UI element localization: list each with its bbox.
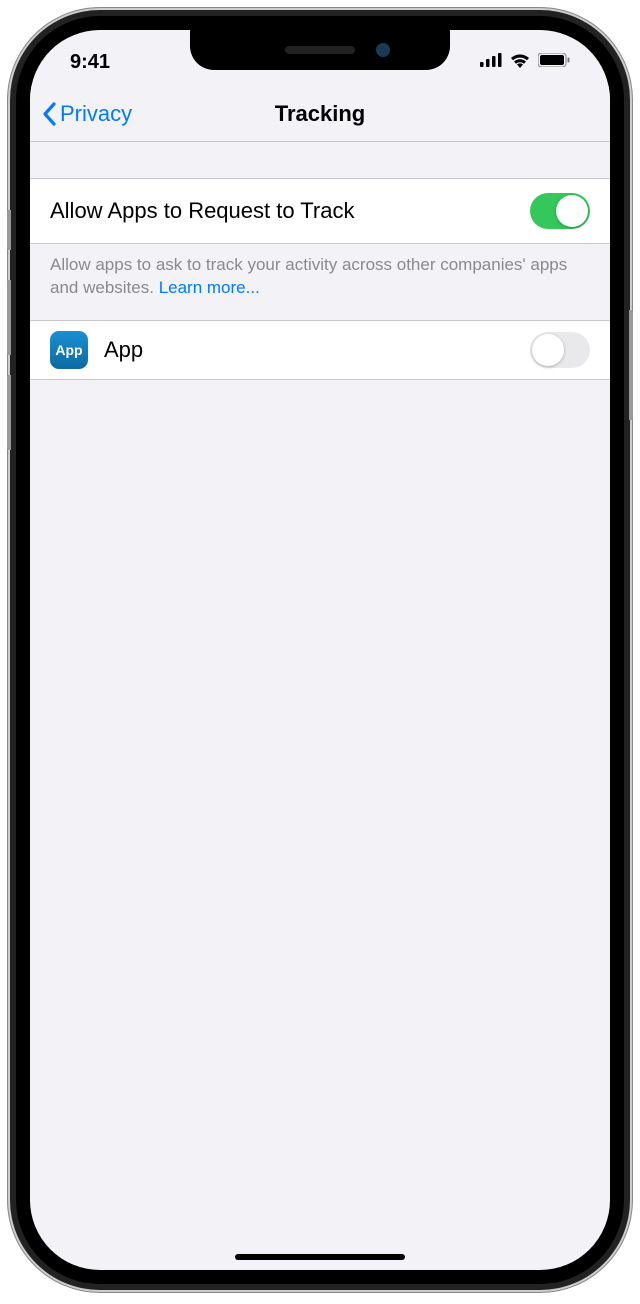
allow-tracking-footer: Allow apps to ask to track your activity… <box>30 244 610 320</box>
wifi-icon <box>509 52 531 73</box>
app-name-label: App <box>104 337 514 363</box>
volume-down-button <box>7 375 11 450</box>
phone-device-frame: 9:41 Privacy Tr <box>10 10 630 1290</box>
app-icon: App <box>50 331 88 369</box>
phone-screen: 9:41 Privacy Tr <box>30 30 610 1270</box>
page-title: Tracking <box>275 101 365 127</box>
speaker-grille <box>285 46 355 54</box>
allow-tracking-toggle[interactable] <box>530 193 590 229</box>
learn-more-link[interactable]: Learn more... <box>159 278 260 297</box>
app-tracking-row: App App <box>30 320 610 380</box>
settings-content: Allow Apps to Request to Track Allow app… <box>30 142 610 380</box>
battery-icon <box>538 53 570 72</box>
back-label: Privacy <box>60 101 132 127</box>
power-button <box>629 310 633 420</box>
footer-description: Allow apps to ask to track your activity… <box>50 255 567 297</box>
allow-tracking-row: Allow Apps to Request to Track <box>30 178 610 244</box>
device-notch <box>190 30 450 70</box>
back-button[interactable]: Privacy <box>42 101 132 127</box>
toggle-knob <box>532 334 564 366</box>
mute-switch <box>7 210 11 250</box>
app-tracking-toggle[interactable] <box>530 332 590 368</box>
status-icons <box>480 52 570 73</box>
toggle-knob <box>556 195 588 227</box>
volume-up-button <box>7 280 11 355</box>
cellular-icon <box>480 53 502 72</box>
home-indicator[interactable] <box>235 1254 405 1260</box>
front-camera <box>376 43 390 57</box>
allow-tracking-label: Allow Apps to Request to Track <box>50 198 355 224</box>
navigation-bar: Privacy Tracking <box>30 86 610 142</box>
chevron-left-icon <box>42 102 56 126</box>
status-time: 9:41 <box>70 51 110 74</box>
